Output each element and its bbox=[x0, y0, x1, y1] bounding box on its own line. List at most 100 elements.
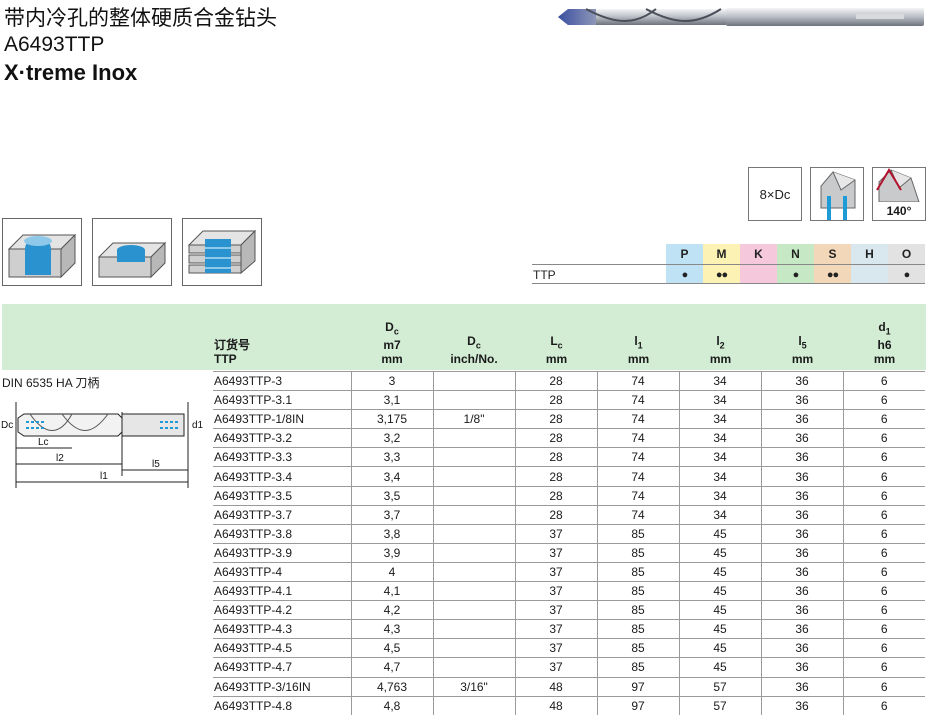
cell-l2: 34 bbox=[678, 409, 761, 430]
cell-dc-inch bbox=[432, 428, 515, 449]
cell-d1: 6 bbox=[842, 505, 925, 525]
cell-dc: 3,9 bbox=[350, 543, 433, 563]
cell-l1: 74 bbox=[596, 505, 679, 525]
diagram-label-d1: d1 bbox=[192, 420, 204, 431]
cell-dc-inch bbox=[432, 543, 515, 563]
cell-order-no: A6493TTP-4 bbox=[213, 562, 351, 583]
cell-l5: 36 bbox=[760, 370, 843, 392]
cell-lc: 37 bbox=[514, 562, 597, 583]
cell-dc-inch bbox=[432, 562, 515, 583]
cell-d1: 6 bbox=[842, 409, 925, 430]
cell-d1: 6 bbox=[842, 447, 925, 468]
cell-order-no: A6493TTP-3.8 bbox=[213, 524, 351, 544]
cell-l2: 34 bbox=[678, 447, 761, 468]
material-rating-k bbox=[740, 265, 777, 283]
table-row: A6493TTP-3.9 3,9 37 85 45 36 6 bbox=[213, 543, 925, 563]
cell-l1: 97 bbox=[596, 677, 679, 697]
cell-dc: 4,1 bbox=[350, 581, 433, 602]
cell-dc-inch bbox=[432, 696, 515, 715]
cell-dc-inch bbox=[432, 657, 515, 678]
cell-l1: 85 bbox=[596, 638, 679, 659]
material-rating-m: ●● bbox=[703, 265, 740, 283]
cell-order-no: A6493TTP-3.1 bbox=[213, 390, 351, 411]
cell-d1: 6 bbox=[842, 600, 925, 621]
cell-order-no: A6493TTP-4.1 bbox=[213, 581, 351, 602]
cell-lc: 37 bbox=[514, 581, 597, 602]
material-rating-n: ● bbox=[777, 265, 814, 283]
table-row: A6493TTP-4.5 4,5 37 85 45 36 6 bbox=[213, 638, 925, 659]
cell-dc: 3,4 bbox=[350, 466, 433, 487]
material-rating-s: ●● bbox=[814, 265, 851, 283]
cell-l2: 34 bbox=[678, 466, 761, 487]
cell-l5: 36 bbox=[760, 600, 843, 621]
cell-l2: 34 bbox=[678, 428, 761, 449]
cell-order-no: A6493TTP-3.7 bbox=[213, 505, 351, 525]
cell-lc: 28 bbox=[514, 505, 597, 525]
cell-lc: 28 bbox=[514, 486, 597, 506]
point-angle-icon: 140° bbox=[872, 167, 926, 221]
cell-lc: 28 bbox=[514, 447, 597, 468]
cell-l1: 85 bbox=[596, 619, 679, 640]
cell-l2: 34 bbox=[678, 370, 761, 392]
cell-l1: 85 bbox=[596, 600, 679, 621]
cell-d1: 6 bbox=[842, 466, 925, 487]
table-row: A6493TTP-4.8 4,8 48 97 57 36 6 bbox=[213, 696, 925, 715]
cell-order-no: A6493TTP-3.3 bbox=[213, 447, 351, 468]
col-header-dc-inch: Dc inch/No. bbox=[450, 333, 498, 366]
cell-d1: 6 bbox=[842, 657, 925, 678]
cell-d1: 6 bbox=[842, 581, 925, 602]
material-rating-o: ● bbox=[888, 265, 925, 283]
cell-lc: 28 bbox=[514, 409, 597, 430]
cell-l2: 45 bbox=[678, 543, 761, 563]
cell-l1: 85 bbox=[596, 657, 679, 678]
cell-l1: 85 bbox=[596, 562, 679, 583]
product-series: X·treme Inox bbox=[4, 60, 138, 85]
cell-l5: 36 bbox=[760, 543, 843, 563]
table-row: A6493TTP-4.1 4,1 37 85 45 36 6 bbox=[213, 581, 925, 602]
cell-dc-inch: 3/16" bbox=[432, 677, 515, 697]
cell-dc-inch: 1/8" bbox=[432, 409, 515, 430]
cell-l5: 36 bbox=[760, 409, 843, 430]
cell-d1: 6 bbox=[842, 390, 925, 411]
cell-l2: 45 bbox=[678, 638, 761, 659]
product-title-cn: 带内冷孔的整体硬质合金钻头 bbox=[4, 6, 277, 30]
cell-dc: 4,2 bbox=[350, 600, 433, 621]
depth-8xdc-icon: 8×Dc bbox=[748, 167, 802, 221]
through-hole-icon bbox=[92, 218, 172, 286]
cell-l2: 45 bbox=[678, 600, 761, 621]
cell-l5: 36 bbox=[760, 696, 843, 715]
cell-order-no: A6493TTP-4.2 bbox=[213, 600, 351, 621]
cell-l5: 36 bbox=[760, 581, 843, 602]
cell-dc: 4,763 bbox=[350, 677, 433, 697]
cell-lc: 37 bbox=[514, 638, 597, 659]
stacked-plates-icon bbox=[182, 218, 262, 286]
cell-lc: 37 bbox=[514, 657, 597, 678]
cell-order-no: A6493TTP-3.2 bbox=[213, 428, 351, 449]
product-code: A6493TTP bbox=[4, 33, 105, 56]
cell-dc: 3,7 bbox=[350, 505, 433, 525]
cell-l5: 36 bbox=[760, 428, 843, 449]
cell-dc: 3,3 bbox=[350, 447, 433, 468]
cell-l1: 74 bbox=[596, 428, 679, 449]
cell-l1: 85 bbox=[596, 543, 679, 563]
cell-d1: 6 bbox=[842, 428, 925, 449]
col-header-order-no: 订货号 TTP bbox=[214, 338, 251, 366]
material-codes-row: PMKNSHO bbox=[532, 244, 925, 264]
table-row: A6493TTP-1/8IN 3,175 1/8" 28 74 34 36 6 bbox=[213, 409, 925, 430]
diagram-label-l5: l5 bbox=[152, 459, 160, 470]
cell-l1: 85 bbox=[596, 524, 679, 544]
cell-l1: 74 bbox=[596, 370, 679, 392]
material-code-s: S bbox=[814, 244, 851, 264]
cell-lc: 28 bbox=[514, 390, 597, 411]
material-code-p: P bbox=[666, 244, 703, 264]
cell-d1: 6 bbox=[842, 486, 925, 506]
col-header-lc: Lc mm bbox=[545, 333, 568, 366]
table-row: A6493TTP-3.2 3,2 28 74 34 36 6 bbox=[213, 428, 925, 449]
diagram-label-lc: Lc bbox=[38, 437, 49, 448]
table-row: A6493TTP-3.8 3,8 37 85 45 36 6 bbox=[213, 524, 925, 544]
cell-d1: 6 bbox=[842, 619, 925, 640]
col-header-d1: d1 h6 mm bbox=[873, 319, 896, 366]
cell-dc: 4 bbox=[350, 562, 433, 583]
internal-coolant-icon bbox=[810, 167, 864, 221]
material-row-label: TTP bbox=[533, 268, 556, 282]
